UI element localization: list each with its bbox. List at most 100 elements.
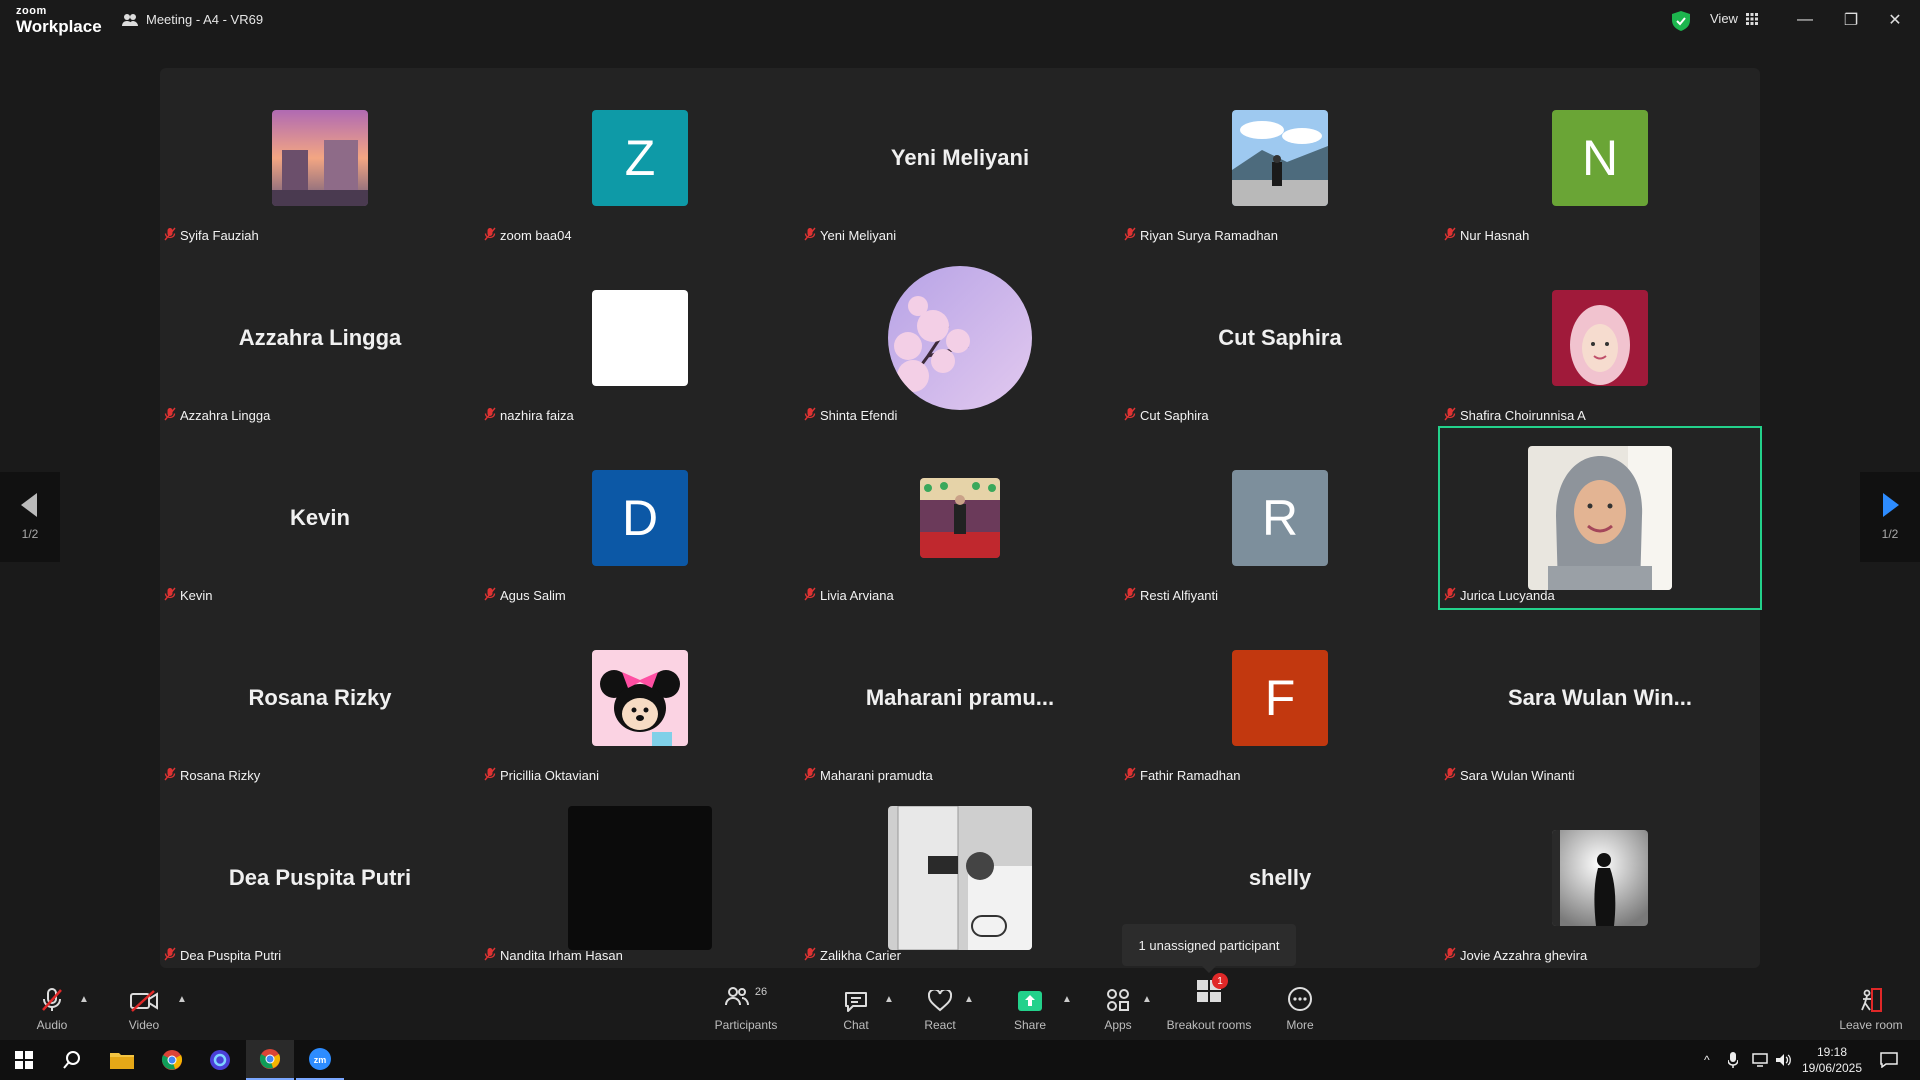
chrome-active-icon[interactable] xyxy=(246,1040,294,1080)
view-button[interactable]: View xyxy=(1710,11,1758,26)
mic-muted-icon xyxy=(804,227,816,244)
participant-video-minnie xyxy=(592,650,688,746)
participant-tile[interactable]: Syifa Fauziah xyxy=(160,68,480,248)
participant-video-sunset-street xyxy=(272,110,368,206)
participant-video-pink-portrait xyxy=(1552,290,1648,386)
more-icon xyxy=(1288,987,1312,1011)
participant-tile[interactable]: Nandita Irham Hasan xyxy=(480,788,800,968)
chrome-icon[interactable] xyxy=(148,1040,196,1080)
file-explorer-icon[interactable] xyxy=(98,1040,146,1080)
react-options-chevron-icon[interactable]: ▲ xyxy=(964,994,974,1005)
participant-name: Resti Alfiyanti xyxy=(1140,588,1219,603)
participant-nametag: Sara Wulan Winanti xyxy=(1444,767,1575,784)
participant-tile[interactable]: R Resti Alfiyanti xyxy=(1120,428,1440,608)
participant-tile[interactable]: Yeni Meliyani Yeni Meliyani xyxy=(800,68,1120,248)
minimize-icon[interactable]: — xyxy=(1782,0,1828,40)
participant-video-hijab-portrait xyxy=(1528,446,1672,590)
mic-muted-icon xyxy=(164,407,176,424)
search-icon[interactable] xyxy=(48,1040,96,1080)
browser-icon[interactable] xyxy=(196,1040,244,1080)
participant-tile[interactable]: nazhira faiza xyxy=(480,248,800,428)
participant-tile[interactable]: D Agus Salim xyxy=(480,428,800,608)
mic-muted-icon xyxy=(484,227,496,244)
mic-muted-icon xyxy=(42,988,62,1011)
participant-name: Sara Wulan Winanti xyxy=(1460,768,1575,783)
participant-tile[interactable]: Jurica Lucyanda xyxy=(1438,426,1762,610)
audio-label: Audio xyxy=(36,1018,68,1032)
breakout-rooms-button[interactable]: 1 Breakout rooms xyxy=(1164,973,1254,1038)
participant-display-name: Sara Wulan Win... xyxy=(1508,685,1692,710)
mic-muted-icon xyxy=(484,407,496,424)
participant-name: Livia Arviana xyxy=(820,588,894,603)
apps-options-chevron-icon[interactable]: ▲ xyxy=(1142,994,1152,1005)
participant-name: Jovie Azzahra ghevira xyxy=(1460,948,1588,963)
share-screen-icon xyxy=(1018,991,1042,1011)
share-options-chevron-icon[interactable]: ▲ xyxy=(1062,994,1072,1005)
volume-icon[interactable] xyxy=(1776,1040,1792,1080)
participant-name: Dea Puspita Putri xyxy=(180,948,282,963)
leave-room-button[interactable]: Leave room xyxy=(1836,978,1906,1038)
mic-muted-icon xyxy=(484,767,496,784)
network-icon[interactable] xyxy=(1752,1040,1768,1080)
chat-options-chevron-icon[interactable]: ▲ xyxy=(884,994,894,1005)
microphone-icon[interactable] xyxy=(1728,1040,1738,1080)
participant-tile[interactable]: Zalikha Carier xyxy=(800,788,1120,968)
participant-tile[interactable]: Azzahra Lingga Azzahra Lingga xyxy=(160,248,480,428)
participant-tile[interactable]: Cut Saphira Cut Saphira xyxy=(1120,248,1440,428)
audio-button[interactable]: Audio xyxy=(30,978,74,1038)
close-icon[interactable]: ✕ xyxy=(1872,0,1918,40)
react-button[interactable]: React xyxy=(920,978,960,1038)
notification-icon[interactable] xyxy=(1880,1040,1898,1080)
previous-page-button[interactable]: 1/2 xyxy=(0,472,60,562)
participant-tile[interactable]: Riyan Surya Ramadhan xyxy=(1120,68,1440,248)
participant-tile[interactable]: Pricillia Oktaviani xyxy=(480,608,800,788)
next-page-button[interactable]: 1/2 xyxy=(1860,472,1920,562)
participant-display-name: Rosana Rizky xyxy=(248,685,392,710)
participant-video-black xyxy=(568,806,712,950)
apps-button[interactable]: Apps xyxy=(1098,978,1138,1038)
meeting-info[interactable]: Meeting - A4 - VR69 xyxy=(122,12,263,27)
participant-video-mirror-selfie xyxy=(888,806,1032,950)
participant-tile[interactable]: Shinta Efendi xyxy=(800,248,1120,428)
participant-name: Kevin xyxy=(180,588,213,603)
participant-nametag: Agus Salim xyxy=(484,587,566,604)
participant-tile[interactable]: Maharani pramu... Maharani pramudta xyxy=(800,608,1120,788)
video-options-chevron-icon[interactable]: ▲ xyxy=(177,994,187,1005)
participant-nametag: Dea Puspita Putri xyxy=(164,947,281,964)
video-button[interactable]: Video xyxy=(122,978,166,1038)
participant-tile[interactable]: Jovie Azzahra ghevira xyxy=(1440,788,1760,968)
page-indicator-right: 1/2 xyxy=(1881,527,1899,541)
audio-options-chevron-icon[interactable]: ▲ xyxy=(79,994,89,1005)
restore-icon[interactable]: ❐ xyxy=(1828,0,1874,40)
participant-nametag: Pricillia Oktaviani xyxy=(484,767,599,784)
meeting-group-icon xyxy=(122,13,138,26)
chat-button[interactable]: Chat xyxy=(836,978,876,1038)
participant-name: Riyan Surya Ramadhan xyxy=(1140,228,1279,243)
show-hidden-icons-icon[interactable]: ^ xyxy=(1704,1040,1710,1080)
participant-tile[interactable]: Dea Puspita Putri Dea Puspita Putri xyxy=(160,788,480,968)
unassigned-tooltip: 1 unassigned participant xyxy=(1122,924,1296,973)
participant-avatar-initial: R xyxy=(1232,470,1328,566)
participant-tile[interactable]: N Nur Hasnah xyxy=(1440,68,1760,248)
participant-nametag: Nandita Irham Hasan xyxy=(484,947,623,964)
participant-name: Shinta Efendi xyxy=(820,408,898,423)
logo-top-text: zoom xyxy=(16,5,47,17)
participant-tile[interactable]: F Fathir Ramadhan xyxy=(1120,608,1440,788)
participant-tile[interactable]: Shafira Choirunnisa A xyxy=(1440,248,1760,428)
participant-tile[interactable]: Zzoom baa04 xyxy=(480,68,800,248)
participants-button[interactable]: 26 Participants xyxy=(712,978,780,1038)
encryption-shield-icon[interactable] xyxy=(1672,11,1690,31)
participant-tile[interactable]: Rosana Rizky Rosana Rizky xyxy=(160,608,480,788)
participant-tile[interactable]: Livia Arviana xyxy=(800,428,1120,608)
participant-tile[interactable]: Sara Wulan Win... Sara Wulan Winanti xyxy=(1440,608,1760,788)
participant-name: Syifa Fauziah xyxy=(180,228,259,243)
participant-nametag: Cut Saphira xyxy=(1124,407,1209,424)
participant-tile[interactable]: Kevin Kevin xyxy=(160,428,480,608)
share-button[interactable]: Share xyxy=(1010,978,1050,1038)
zoom-app-icon[interactable]: zm xyxy=(296,1040,344,1080)
more-button[interactable]: More xyxy=(1280,978,1320,1038)
system-clock[interactable]: 19:18 19/06/2025 xyxy=(1792,1044,1872,1076)
arrow-right-icon xyxy=(1883,493,1899,517)
participant-nametag: Zalikha Carier xyxy=(804,947,901,964)
windows-start-icon[interactable] xyxy=(0,1040,48,1080)
